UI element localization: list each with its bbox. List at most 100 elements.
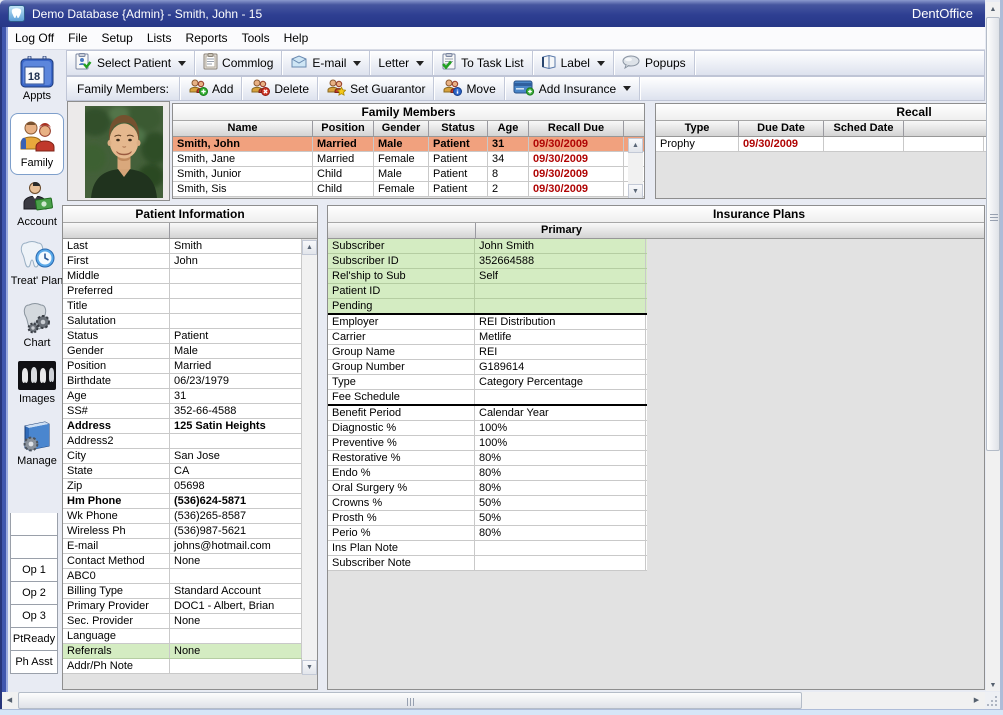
patient-info-row[interactable]: Status Patient bbox=[63, 329, 302, 344]
patient-info-row[interactable]: Sec. Provider None bbox=[63, 614, 302, 629]
insurance-row[interactable]: Carrier Metlife bbox=[328, 330, 647, 345]
move-member-button[interactable]: Move bbox=[434, 77, 503, 100]
menu-item[interactable]: Lists bbox=[140, 31, 179, 45]
select-patient-dropdown-arrow[interactable] bbox=[178, 61, 186, 66]
patient-info-row[interactable]: Address 125 Satin Heights bbox=[63, 419, 302, 434]
commlog-button[interactable]: Commlog bbox=[195, 51, 281, 75]
family-member-row[interactable]: Smith, Jane Married Female Patient 34 09… bbox=[173, 152, 644, 167]
insurance-row[interactable]: Group Name REI bbox=[328, 345, 647, 360]
insurance-row[interactable]: Subscriber ID 352664588 bbox=[328, 254, 647, 269]
insurance-row[interactable]: Benefit Period Calendar Year bbox=[328, 406, 647, 421]
patient-info-row[interactable]: Preferred bbox=[63, 284, 302, 299]
patient-info-row[interactable]: Contact Method None bbox=[63, 554, 302, 569]
family-member-row[interactable]: Smith, Sis Child Female Patient 2 09/30/… bbox=[173, 182, 644, 197]
insurance-row[interactable]: Group Number G189614 bbox=[328, 360, 647, 375]
letter-dropdown-arrow[interactable] bbox=[416, 61, 424, 66]
add-member-button[interactable]: Add bbox=[180, 77, 241, 100]
patient-info-row[interactable]: City San Jose bbox=[63, 449, 302, 464]
operatory-button[interactable] bbox=[10, 513, 58, 536]
patient-info-row[interactable]: Last Smith bbox=[63, 239, 302, 254]
insurance-row[interactable]: Endo % 80% bbox=[328, 466, 647, 481]
insurance-row[interactable]: Employer REI Distribution bbox=[328, 315, 647, 330]
sidebar-item-account[interactable]: Account bbox=[8, 181, 66, 228]
patient-info-row[interactable]: State CA bbox=[63, 464, 302, 479]
patient-info-row[interactable]: Billing Type Standard Account bbox=[63, 584, 302, 599]
recall-row[interactable]: Prophy 09/30/2009 bbox=[656, 137, 986, 152]
patient-info-row[interactable]: Wireless Ph (536)987-5621 bbox=[63, 524, 302, 539]
resize-grip[interactable] bbox=[985, 692, 1000, 709]
patient-info-row[interactable]: ABC0 bbox=[63, 569, 302, 584]
patient-info-row[interactable]: Middle bbox=[63, 269, 302, 284]
set-guarantor-button[interactable]: Set Guarantor bbox=[318, 77, 433, 100]
menu-item[interactable]: Tools bbox=[235, 31, 277, 45]
insurance-row[interactable]: Prosth % 50% bbox=[328, 511, 647, 526]
patient-info-scrollbar[interactable]: ▲ ▼ bbox=[302, 240, 317, 675]
insurance-row[interactable]: Type Category Percentage bbox=[328, 375, 647, 390]
patient-info-row[interactable]: Primary Provider DOC1 - Albert, Brian bbox=[63, 599, 302, 614]
insurance-row[interactable]: Perio % 80% bbox=[328, 526, 647, 541]
insurance-row[interactable]: Restorative % 80% bbox=[328, 451, 647, 466]
patient-info-row[interactable]: Birthdate 06/23/1979 bbox=[63, 374, 302, 389]
menu-item[interactable]: Reports bbox=[179, 31, 235, 45]
scroll-down-icon[interactable]: ▼ bbox=[628, 184, 643, 199]
operatory-button[interactable]: Op 1 bbox=[10, 559, 58, 582]
scroll-right-icon[interactable]: ▶ bbox=[969, 693, 984, 708]
operatory-button[interactable]: Op 3 bbox=[10, 605, 58, 628]
operatory-button[interactable]: Ph Asst bbox=[10, 651, 58, 674]
sidebar-item-manage[interactable]: Manage bbox=[8, 420, 66, 467]
label-button[interactable]: Label bbox=[533, 51, 613, 75]
patient-info-row[interactable]: First John bbox=[63, 254, 302, 269]
patient-info-row[interactable]: Title bbox=[63, 299, 302, 314]
sidebar-item-images[interactable]: Images bbox=[8, 360, 66, 405]
scroll-left-icon[interactable]: ◀ bbox=[2, 693, 17, 708]
family-member-row[interactable]: Smith, Junior Child Male Patient 8 09/30… bbox=[173, 167, 644, 182]
add-insurance-button[interactable]: Add Insurance bbox=[505, 77, 639, 100]
operatory-button[interactable]: PtReady bbox=[10, 628, 58, 651]
menu-item[interactable]: Setup bbox=[94, 31, 139, 45]
select-patient-button[interactable]: Select Patient bbox=[67, 51, 194, 75]
scroll-down-icon[interactable]: ▼ bbox=[986, 678, 1000, 692]
window-vertical-scrollbar[interactable]: ▲ ▼ bbox=[986, 2, 1000, 691]
family-grid-scrollbar[interactable]: ▲ ▼ bbox=[628, 138, 643, 199]
vertical-scroll-thumb[interactable] bbox=[986, 17, 1000, 451]
insurance-row[interactable]: Oral Surgery % 80% bbox=[328, 481, 647, 496]
window-horizontal-scrollbar[interactable]: ◀ ▶ bbox=[2, 692, 985, 709]
patient-info-row[interactable]: E-mail johns@hotmail.com bbox=[63, 539, 302, 554]
email-dropdown-arrow[interactable] bbox=[353, 61, 361, 66]
insurance-row[interactable]: Subscriber John Smith bbox=[328, 239, 647, 254]
patient-info-row[interactable]: Wk Phone (536)265-8587 bbox=[63, 509, 302, 524]
sidebar-item-treatplan[interactable]: Treat' Plan bbox=[8, 240, 66, 287]
scroll-down-icon[interactable]: ▼ bbox=[302, 660, 317, 675]
label-dropdown-arrow[interactable] bbox=[597, 61, 605, 66]
insurance-row[interactable]: Ins Plan Note bbox=[328, 541, 647, 556]
menu-item[interactable]: File bbox=[61, 31, 94, 45]
insurance-row[interactable]: Patient ID bbox=[328, 284, 647, 299]
patient-info-row[interactable]: Hm Phone (536)624-5871 bbox=[63, 494, 302, 509]
email-button[interactable]: E-mail bbox=[282, 51, 369, 75]
patient-info-row[interactable]: Addr/Ph Note bbox=[63, 659, 302, 674]
delete-member-button[interactable]: Delete bbox=[242, 77, 317, 100]
insurance-row[interactable]: Pending bbox=[328, 299, 647, 315]
menu-item[interactable]: Log Off bbox=[8, 31, 61, 45]
patient-info-row[interactable]: Language bbox=[63, 629, 302, 644]
insurance-row[interactable]: Rel'ship to Sub Self bbox=[328, 269, 647, 284]
menu-item[interactable]: Help bbox=[277, 31, 316, 45]
patient-info-row[interactable]: Referrals None bbox=[63, 644, 302, 659]
insurance-row[interactable]: Crowns % 50% bbox=[328, 496, 647, 511]
insurance-row[interactable]: Subscriber Note bbox=[328, 556, 647, 571]
insurance-row[interactable]: Fee Schedule bbox=[328, 390, 647, 406]
letter-button[interactable]: Letter bbox=[370, 51, 432, 75]
patient-info-row[interactable]: Address2 bbox=[63, 434, 302, 449]
patient-info-row[interactable]: Salutation bbox=[63, 314, 302, 329]
add-insurance-dropdown-arrow[interactable] bbox=[623, 86, 631, 91]
patient-info-row[interactable]: Age 31 bbox=[63, 389, 302, 404]
operatory-button[interactable]: Op 2 bbox=[10, 582, 58, 605]
scroll-up-icon[interactable]: ▲ bbox=[986, 2, 1000, 16]
sidebar-item-chart[interactable]: Chart bbox=[8, 302, 66, 349]
horizontal-scroll-thumb[interactable] bbox=[18, 692, 802, 709]
patient-info-row[interactable]: Gender Male bbox=[63, 344, 302, 359]
scroll-up-icon[interactable]: ▲ bbox=[628, 138, 643, 153]
sidebar-item-appts[interactable]: 18 Appts bbox=[8, 56, 66, 102]
patient-info-row[interactable]: Position Married bbox=[63, 359, 302, 374]
insurance-row[interactable]: Diagnostic % 100% bbox=[328, 421, 647, 436]
